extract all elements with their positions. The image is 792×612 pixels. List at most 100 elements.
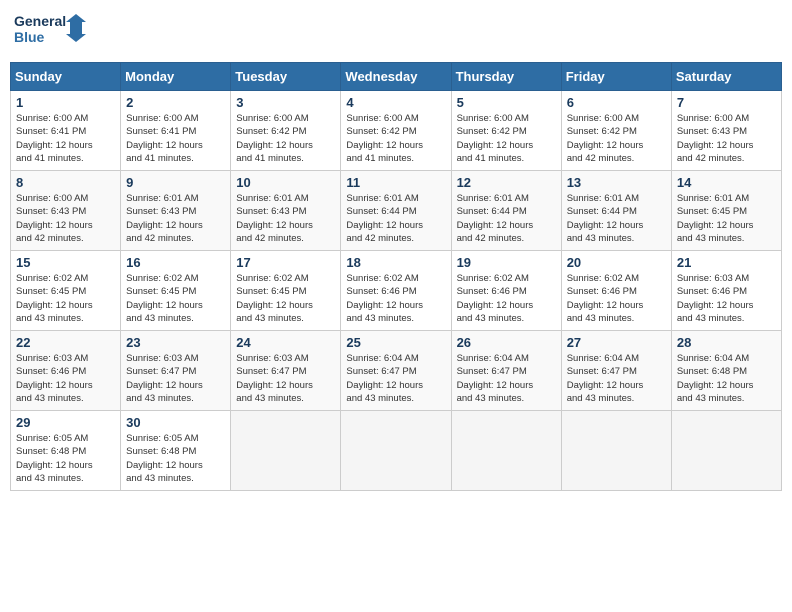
calendar-cell: 14 Sunrise: 6:01 AM Sunset: 6:45 PM Dayli… xyxy=(671,171,781,251)
day-info: Sunrise: 6:02 AM Sunset: 6:45 PM Dayligh… xyxy=(126,272,225,325)
calendar-cell xyxy=(341,411,451,491)
calendar-cell: 6Sunrise: 6:00 AM Sunset: 6:42 PM Daylig… xyxy=(561,91,671,171)
calendar-cell: 17 Sunrise: 6:02 AM Sunset: 6:45 PM Dayli… xyxy=(231,251,341,331)
calendar-week-2: 8 Sunrise: 6:00 AM Sunset: 6:43 PM Daylig… xyxy=(11,171,782,251)
day-number: 25 xyxy=(346,335,445,350)
day-number: 12 xyxy=(457,175,556,190)
day-number: 29 xyxy=(16,415,115,430)
day-info: Sunrise: 6:01 AM Sunset: 6:43 PM Dayligh… xyxy=(236,192,335,245)
day-info: Sunrise: 6:04 AM Sunset: 6:47 PM Dayligh… xyxy=(457,352,556,405)
day-number: 18 xyxy=(346,255,445,270)
calendar-cell: 30 Sunrise: 6:05 AM Sunset: 6:48 PM Dayli… xyxy=(121,411,231,491)
header: General Blue xyxy=(10,10,782,54)
calendar-cell: 26 Sunrise: 6:04 AM Sunset: 6:47 PM Dayli… xyxy=(451,331,561,411)
day-number: 19 xyxy=(457,255,556,270)
day-header-saturday: Saturday xyxy=(671,63,781,91)
day-header-monday: Monday xyxy=(121,63,231,91)
calendar-week-1: 1 Sunrise: 6:00 AM Sunset: 6:41 PM Daylig… xyxy=(11,91,782,171)
calendar-cell: 18 Sunrise: 6:02 AM Sunset: 6:46 PM Dayli… xyxy=(341,251,451,331)
day-number: 7 xyxy=(677,95,776,110)
day-info: Sunrise: 6:04 AM Sunset: 6:48 PM Dayligh… xyxy=(677,352,776,405)
day-info: Sunrise: 6:03 AM Sunset: 6:46 PM Dayligh… xyxy=(677,272,776,325)
calendar-cell: 5Sunrise: 6:00 AM Sunset: 6:42 PM Daylig… xyxy=(451,91,561,171)
day-number: 27 xyxy=(567,335,666,350)
calendar-cell: 29Sunrise: 6:05 AM Sunset: 6:48 PM Dayli… xyxy=(11,411,121,491)
day-info: Sunrise: 6:04 AM Sunset: 6:47 PM Dayligh… xyxy=(567,352,666,405)
calendar-cell: 2 Sunrise: 6:00 AM Sunset: 6:41 PM Daylig… xyxy=(121,91,231,171)
calendar-cell: 19 Sunrise: 6:02 AM Sunset: 6:46 PM Dayli… xyxy=(451,251,561,331)
day-number: 1 xyxy=(16,95,115,110)
day-info: Sunrise: 6:00 AM Sunset: 6:43 PM Dayligh… xyxy=(677,112,776,165)
day-number: 2 xyxy=(126,95,225,110)
svg-text:General: General xyxy=(14,13,66,29)
day-info: Sunrise: 6:01 AM Sunset: 6:44 PM Dayligh… xyxy=(346,192,445,245)
day-number: 28 xyxy=(677,335,776,350)
day-number: 17 xyxy=(236,255,335,270)
day-info: Sunrise: 6:00 AM Sunset: 6:42 PM Dayligh… xyxy=(236,112,335,165)
day-number: 15 xyxy=(16,255,115,270)
day-number: 23 xyxy=(126,335,225,350)
day-info: Sunrise: 6:05 AM Sunset: 6:48 PM Dayligh… xyxy=(126,432,225,485)
day-info: Sunrise: 6:02 AM Sunset: 6:45 PM Dayligh… xyxy=(16,272,115,325)
day-header-thursday: Thursday xyxy=(451,63,561,91)
calendar-week-4: 22 Sunrise: 6:03 AM Sunset: 6:46 PM Dayli… xyxy=(11,331,782,411)
day-header-friday: Friday xyxy=(561,63,671,91)
day-info: Sunrise: 6:03 AM Sunset: 6:46 PM Dayligh… xyxy=(16,352,115,405)
calendar-cell: 15 Sunrise: 6:02 AM Sunset: 6:45 PM Dayli… xyxy=(11,251,121,331)
day-info: Sunrise: 6:00 AM Sunset: 6:41 PM Dayligh… xyxy=(126,112,225,165)
day-info: Sunrise: 6:00 AM Sunset: 6:43 PM Dayligh… xyxy=(16,192,115,245)
day-info: Sunrise: 6:02 AM Sunset: 6:45 PM Dayligh… xyxy=(236,272,335,325)
day-number: 30 xyxy=(126,415,225,430)
calendar-cell: 3 Sunrise: 6:00 AM Sunset: 6:42 PM Daylig… xyxy=(231,91,341,171)
calendar-cell: 22 Sunrise: 6:03 AM Sunset: 6:46 PM Dayli… xyxy=(11,331,121,411)
calendar-cell xyxy=(231,411,341,491)
day-number: 10 xyxy=(236,175,335,190)
day-info: Sunrise: 6:03 AM Sunset: 6:47 PM Dayligh… xyxy=(126,352,225,405)
day-number: 24 xyxy=(236,335,335,350)
day-header-wednesday: Wednesday xyxy=(341,63,451,91)
calendar-week-5: 29 Sunrise: 6:05 AM Sunset: 6:48 PM Dayli… xyxy=(11,411,782,491)
calendar-cell: 24 Sunrise: 6:03 AM Sunset: 6:47 PM Dayli… xyxy=(231,331,341,411)
day-number: 22 xyxy=(16,335,115,350)
day-number: 14 xyxy=(677,175,776,190)
calendar-table: SundayMondayTuesdayWednesdayThursdayFrid… xyxy=(10,62,782,491)
calendar-cell: 23 Sunrise: 6:03 AM Sunset: 6:47 PM Dayli… xyxy=(121,331,231,411)
calendar-cell: 9Sunrise: 6:01 AM Sunset: 6:43 PM Daylig… xyxy=(121,171,231,251)
day-number: 16 xyxy=(126,255,225,270)
day-number: 26 xyxy=(457,335,556,350)
calendar-body: 1 Sunrise: 6:00 AM Sunset: 6:41 PM Daylig… xyxy=(11,91,782,491)
day-number: 5 xyxy=(457,95,556,110)
day-number: 21 xyxy=(677,255,776,270)
day-number: 4 xyxy=(346,95,445,110)
day-number: 8 xyxy=(16,175,115,190)
day-info: Sunrise: 6:02 AM Sunset: 6:46 PM Dayligh… xyxy=(457,272,556,325)
calendar-cell: 10 Sunrise: 6:01 AM Sunset: 6:43 PM Dayli… xyxy=(231,171,341,251)
calendar-week-3: 15 Sunrise: 6:02 AM Sunset: 6:45 PM Dayli… xyxy=(11,251,782,331)
calendar-cell: 11 Sunrise: 6:01 AM Sunset: 6:44 PM Dayli… xyxy=(341,171,451,251)
calendar-cell: 8 Sunrise: 6:00 AM Sunset: 6:43 PM Daylig… xyxy=(11,171,121,251)
calendar-cell: 21 Sunrise: 6:03 AM Sunset: 6:46 PM Dayli… xyxy=(671,251,781,331)
day-info: Sunrise: 6:01 AM Sunset: 6:45 PM Dayligh… xyxy=(677,192,776,245)
day-header-sunday: Sunday xyxy=(11,63,121,91)
calendar-cell xyxy=(561,411,671,491)
day-info: Sunrise: 6:00 AM Sunset: 6:41 PM Dayligh… xyxy=(16,112,115,165)
day-info: Sunrise: 6:03 AM Sunset: 6:47 PM Dayligh… xyxy=(236,352,335,405)
calendar-cell xyxy=(671,411,781,491)
day-info: Sunrise: 6:01 AM Sunset: 6:44 PM Dayligh… xyxy=(457,192,556,245)
calendar-cell: 13Sunrise: 6:01 AM Sunset: 6:44 PM Dayli… xyxy=(561,171,671,251)
svg-text:Blue: Blue xyxy=(14,29,45,45)
day-number: 13 xyxy=(567,175,666,190)
calendar-cell: 1 Sunrise: 6:00 AM Sunset: 6:41 PM Daylig… xyxy=(11,91,121,171)
day-number: 20 xyxy=(567,255,666,270)
day-info: Sunrise: 6:02 AM Sunset: 6:46 PM Dayligh… xyxy=(346,272,445,325)
calendar-header-row: SundayMondayTuesdayWednesdayThursdayFrid… xyxy=(11,63,782,91)
day-header-tuesday: Tuesday xyxy=(231,63,341,91)
day-info: Sunrise: 6:04 AM Sunset: 6:47 PM Dayligh… xyxy=(346,352,445,405)
day-info: Sunrise: 6:02 AM Sunset: 6:46 PM Dayligh… xyxy=(567,272,666,325)
calendar-cell: 16 Sunrise: 6:02 AM Sunset: 6:45 PM Dayli… xyxy=(121,251,231,331)
day-number: 3 xyxy=(236,95,335,110)
day-number: 11 xyxy=(346,175,445,190)
calendar-cell: 20 Sunrise: 6:02 AM Sunset: 6:46 PM Dayli… xyxy=(561,251,671,331)
calendar-cell: 27 Sunrise: 6:04 AM Sunset: 6:47 PM Dayli… xyxy=(561,331,671,411)
logo: General Blue xyxy=(14,10,94,54)
